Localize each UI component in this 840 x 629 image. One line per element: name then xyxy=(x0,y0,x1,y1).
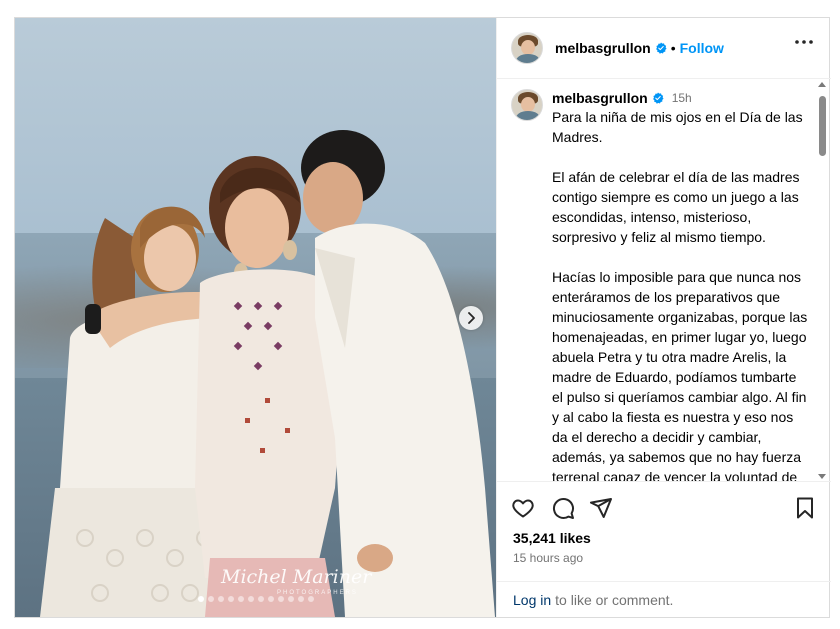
likes-count[interactable]: 35,241 likes xyxy=(513,530,591,546)
carousel-dots xyxy=(15,596,496,602)
chevron-right-icon xyxy=(468,312,475,324)
photographer-watermark: Michel Mariner xyxy=(221,566,372,588)
scroll-up-arrow-icon[interactable] xyxy=(818,82,826,87)
carousel-dot xyxy=(287,596,294,602)
caption-text: Para la niña de mis ojos en el Día de la… xyxy=(552,109,808,482)
caption-timestamp[interactable]: 15h xyxy=(672,91,692,105)
caption-username[interactable]: melbasgrullon xyxy=(552,90,648,106)
login-prompt-text: to like or comment. xyxy=(555,591,674,608)
carousel-dot xyxy=(277,596,284,602)
comments-area[interactable]: melbasgrullon 15h Para la niña de mis oj… xyxy=(497,79,831,482)
carousel-dot xyxy=(237,596,244,602)
post-time[interactable]: 15 hours ago xyxy=(513,551,583,565)
login-link[interactable]: Log in xyxy=(513,592,551,608)
header-separator: • xyxy=(670,40,676,56)
comment-icon[interactable] xyxy=(551,496,575,520)
next-slide-button[interactable] xyxy=(459,306,483,330)
photo-people xyxy=(40,130,495,617)
heart-icon[interactable] xyxy=(511,496,535,520)
bookmark-icon[interactable] xyxy=(793,496,817,520)
avatar[interactable] xyxy=(511,32,543,64)
carousel-dot xyxy=(307,596,314,602)
login-prompt: Log in to like or comment. xyxy=(497,581,831,617)
caption-avatar[interactable] xyxy=(511,89,543,121)
carousel-dot xyxy=(247,596,254,602)
verified-badge-icon xyxy=(655,42,667,54)
scroll-down-arrow-icon[interactable] xyxy=(818,474,826,479)
follow-button[interactable]: Follow xyxy=(680,40,724,56)
carousel-dot xyxy=(207,596,214,602)
action-bar xyxy=(511,496,817,520)
scrollbar-thumb[interactable] xyxy=(819,96,826,156)
carousel-dot xyxy=(227,596,234,602)
post-header: melbasgrullon • Follow xyxy=(497,18,831,79)
more-horizontal-icon[interactable] xyxy=(795,40,813,44)
carousel-dot xyxy=(197,596,204,602)
post-caption: melbasgrullon 15h Para la niña de mis oj… xyxy=(511,89,817,482)
carousel-dot xyxy=(297,596,304,602)
carousel-dot xyxy=(257,596,264,602)
verified-badge-icon xyxy=(652,92,664,104)
comments-scrollbar[interactable] xyxy=(816,79,828,482)
post-photo[interactable]: Michel Mariner PHOTOGRAPHERS xyxy=(15,18,496,617)
send-icon[interactable] xyxy=(589,496,613,520)
instagram-post: Michel Mariner PHOTOGRAPHERS melbasgrull… xyxy=(14,17,831,618)
carousel-dot xyxy=(267,596,274,602)
header-username[interactable]: melbasgrullon xyxy=(555,40,651,56)
post-sidebar: melbasgrullon • Follow melbasgrullon 15h… xyxy=(496,18,831,617)
carousel-dot xyxy=(217,596,224,602)
